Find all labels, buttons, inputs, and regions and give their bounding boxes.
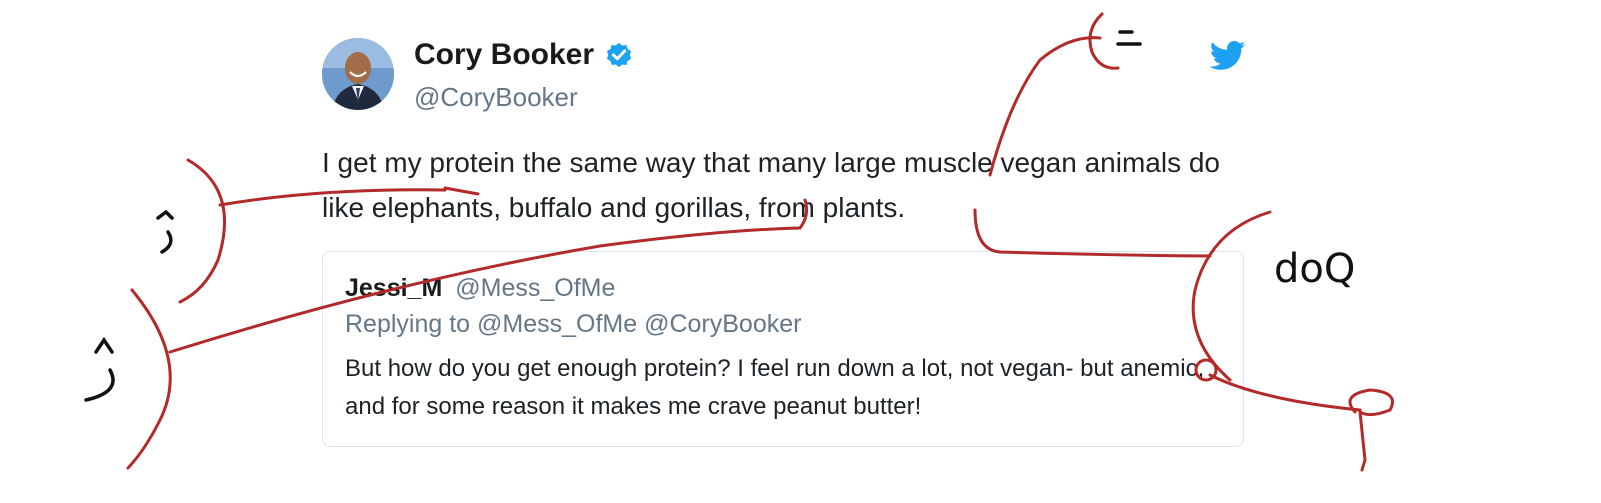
replying-to-line[interactable]: Replying to @Mess_OfMe @CoryBooker: [345, 310, 801, 339]
smiley-lower-mouth: [84, 368, 115, 402]
bracket-upper-left: [178, 158, 226, 304]
bracket-top-right: [1088, 12, 1120, 70]
author-avatar[interactable]: [322, 38, 394, 110]
bracket-lower-left: [126, 288, 172, 470]
quoted-tweet-header: Jessi_M @Mess_OfMe: [345, 274, 615, 303]
author-name-text[interactable]: Cory Booker: [414, 38, 594, 72]
twitter-bird-icon[interactable]: [1209, 40, 1246, 72]
smiley-lower-eyes: [94, 336, 114, 354]
loop-right: [1348, 388, 1394, 472]
quoted-tweet-card[interactable]: Jessi_M @Mess_OfMe Replying to @Mess_OfM…: [322, 251, 1244, 447]
author-handle[interactable]: @CoryBooker: [414, 82, 578, 113]
smiley-upper-mouth: [160, 230, 173, 254]
author-name[interactable]: Cory Booker: [414, 38, 634, 72]
quoted-tweet-text: But how do you get enough protein? I fee…: [345, 355, 1205, 420]
smiley-upper-eyes: [156, 209, 174, 220]
tweet-text: I get my protein the same way that many …: [322, 147, 1220, 223]
quoted-author-handle[interactable]: @Mess_OfMe: [455, 274, 615, 302]
quoted-author-name[interactable]: Jessi_M: [345, 274, 442, 302]
handwritten-note: doQ: [1274, 246, 1355, 292]
verified-badge-icon: [604, 40, 634, 70]
